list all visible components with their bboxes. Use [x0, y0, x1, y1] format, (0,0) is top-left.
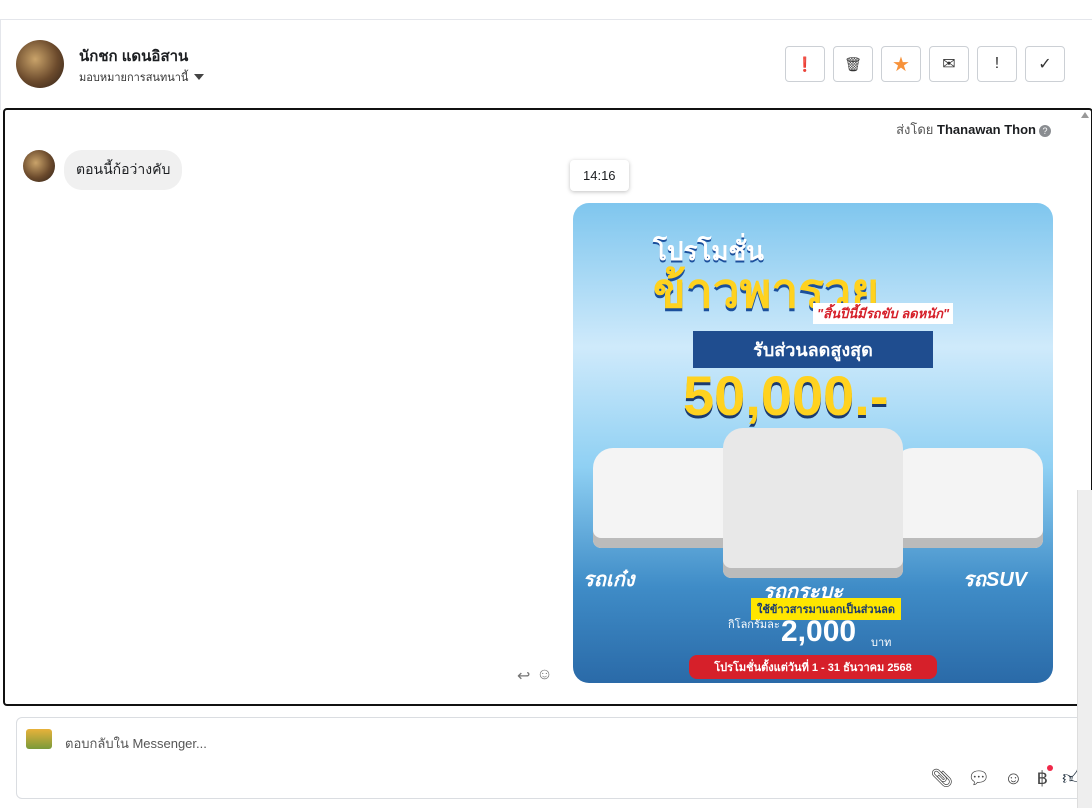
- sent-by: ส่งโดย Thanawan Thon?: [896, 119, 1051, 140]
- alert-circle-icon: ❗: [796, 55, 814, 72]
- sender-name: Thanawan Thon: [937, 122, 1036, 137]
- help-icon[interactable]: ?: [1039, 125, 1051, 137]
- check-icon: ✓: [1038, 56, 1052, 73]
- ad-tagline: "สิ้นปีนี้มีรถขับ ลดหนัก": [813, 303, 954, 324]
- car-pickup: [723, 428, 903, 578]
- notification-dot: [1047, 764, 1054, 771]
- payment-baht-icon[interactable]: ฿: [1037, 764, 1054, 789]
- emoji-icon[interactable]: ☺: [1004, 768, 1022, 789]
- assign-dropdown[interactable]: มอบหมายการสนทนานี้: [79, 68, 205, 86]
- side-panel-edge: [1077, 490, 1092, 808]
- action-toolbar: ❗ 🗑 ★ ✉ ! ✓: [785, 46, 1065, 82]
- composer-tools: 📎︎ 💬︎ ☺ ฿ 👍︎: [931, 764, 1083, 790]
- divider: [0, 20, 1, 110]
- message-thread[interactable]: ส่งโดย Thanawan Thon? ตอนนี้ก้อว่างคับ 1…: [3, 108, 1092, 706]
- message-actions: ↩ ☺: [517, 666, 553, 686]
- caret-down-icon: [194, 74, 205, 80]
- car-sedan: [593, 448, 743, 548]
- spam-button[interactable]: ❗: [785, 46, 825, 82]
- envelope-icon: ✉: [942, 56, 956, 73]
- promo-image[interactable]: โปรโมชั่น ข้าวพารวย "สิ้นปีนี้มีรถขับ ลด…: [573, 203, 1053, 683]
- done-button[interactable]: ✓: [1025, 46, 1065, 82]
- divider: [0, 19, 1092, 20]
- exclamation-icon: !: [994, 55, 1000, 72]
- saved-reply-icon[interactable]: 💬︎: [967, 768, 990, 789]
- car-suv: [893, 448, 1043, 548]
- ad-discount: 50,000.-: [683, 364, 889, 427]
- sent-by-label: ส่งโดย: [896, 122, 934, 137]
- ad-suv-label: รถSUV: [963, 569, 1027, 591]
- star-icon: ★: [892, 53, 910, 76]
- trash-icon: 🗑: [844, 55, 862, 72]
- incoming-message: ตอนนี้ก้อว่างคับ: [64, 150, 183, 190]
- ad-period: โปรโมชั่นตั้งแต่วันที่ 1 - 31 ธันวาคม 25…: [689, 655, 937, 679]
- contact-name[interactable]: นักชก แดนอิสาน: [79, 44, 188, 68]
- scroll-up-arrow[interactable]: [1081, 112, 1089, 118]
- star-button[interactable]: ★: [881, 46, 921, 82]
- reply-input[interactable]: ตอบกลับใน Messenger...: [65, 733, 207, 754]
- ad-per-kg: กิโลกรัมละ: [728, 619, 780, 631]
- ad-baht: บาท: [871, 637, 892, 649]
- delete-button[interactable]: 🗑: [833, 46, 873, 82]
- reply-icon[interactable]: ↩: [517, 666, 530, 686]
- message-avatar: [23, 150, 55, 182]
- reply-composer[interactable]: ตอบกลับใน Messenger... 📎︎ 💬︎ ☺ ฿ 👍︎: [16, 717, 1092, 799]
- timestamp-tooltip: 14:16: [570, 160, 629, 191]
- ad-sedan-label: รถเก๋ง: [583, 569, 635, 591]
- contact-avatar[interactable]: [16, 40, 64, 88]
- paperclip-icon[interactable]: 📎︎: [931, 768, 954, 789]
- emoji-react-icon[interactable]: ☺: [536, 666, 552, 686]
- assign-label: มอบหมายการสนทนานี้: [79, 72, 189, 84]
- mark-unread-button[interactable]: ✉: [929, 46, 969, 82]
- page-logo: [26, 729, 52, 749]
- important-button[interactable]: !: [977, 46, 1017, 82]
- ad-price: 2,000: [781, 615, 857, 648]
